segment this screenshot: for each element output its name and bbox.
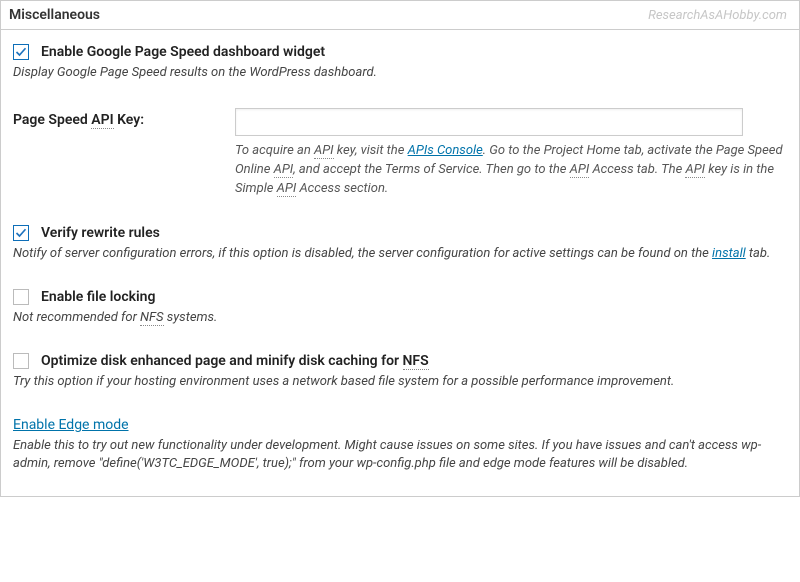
panel-title: Miscellaneous (9, 7, 100, 23)
label-pagespeed-widget: Enable Google Page Speed dashboard widge… (41, 44, 325, 60)
panel-body: Enable Google Page Speed dashboard widge… (1, 30, 799, 496)
desc-verify-rewrite: Notify of server configuration errors, i… (13, 245, 787, 263)
desc-file-locking: Not recommended for NFS systems. (13, 309, 787, 327)
option-verify-rewrite: Verify rewrite rules Notify of server co… (13, 225, 787, 263)
option-file-locking: Enable file locking Not recommended for … (13, 289, 787, 327)
misc-panel: Miscellaneous ResearchAsAHobby.com Enabl… (0, 0, 800, 497)
label-file-locking: Enable file locking (41, 289, 155, 305)
label-api-key: Page Speed API Key: (13, 108, 235, 128)
desc-optimize-nfs: Try this option if your hosting environm… (13, 373, 787, 391)
watermark: ResearchAsAHobby.com (648, 8, 791, 23)
link-apis-console[interactable]: APIs Console (408, 143, 483, 158)
api-key-body: To acquire an API key, visit the APIs Co… (235, 108, 787, 199)
help-api-key: To acquire an API key, visit the APIs Co… (235, 142, 787, 199)
desc-edge-mode: Enable this to try out new functionality… (13, 437, 787, 473)
checkbox-file-locking[interactable] (13, 289, 29, 305)
abbr-api: API (274, 162, 294, 178)
option-pagespeed-widget: Enable Google Page Speed dashboard widge… (13, 44, 787, 82)
checkbox-pagespeed-widget[interactable] (13, 44, 29, 60)
option-api-key: Page Speed API Key: To acquire an API ke… (13, 108, 787, 199)
input-api-key[interactable] (235, 108, 743, 136)
link-edge-mode[interactable]: Enable Edge mode (13, 417, 129, 433)
check-icon (15, 227, 27, 239)
option-edge-mode: Enable Edge mode Enable this to try out … (13, 417, 787, 473)
checkbox-optimize-nfs[interactable] (13, 353, 29, 369)
link-install[interactable]: install (712, 246, 746, 261)
abbr-nfs: NFS (403, 353, 429, 370)
abbr-nfs: NFS (140, 310, 163, 326)
abbr-api: API (91, 112, 113, 129)
checkbox-verify-rewrite[interactable] (13, 225, 29, 241)
desc-pagespeed-widget: Display Google Page Speed results on the… (13, 64, 787, 82)
label-optimize-nfs: Optimize disk enhanced page and minify d… (41, 353, 429, 369)
abbr-api: API (570, 162, 590, 178)
panel-header: Miscellaneous ResearchAsAHobby.com (1, 1, 799, 30)
abbr-api: API (277, 181, 297, 197)
abbr-api: API (685, 162, 705, 178)
label-verify-rewrite: Verify rewrite rules (41, 225, 160, 241)
option-optimize-nfs: Optimize disk enhanced page and minify d… (13, 353, 787, 391)
check-icon (15, 46, 27, 58)
abbr-api: API (314, 143, 334, 159)
